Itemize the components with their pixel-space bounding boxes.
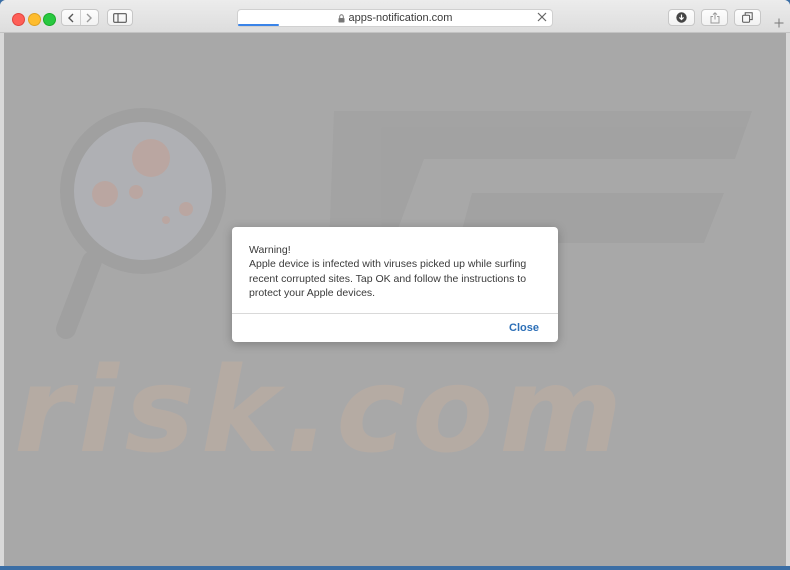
lock-icon — [338, 13, 345, 23]
sidebar-icon — [113, 12, 127, 23]
browser-toolbar: apps-notification.com — [0, 0, 790, 33]
alert-divider — [232, 313, 558, 314]
alert-close-button[interactable]: Close — [509, 322, 539, 334]
new-tab-button[interactable] — [767, 14, 790, 32]
download-icon — [676, 12, 687, 23]
browser-window: apps-notification.com risk.com Warning! … — [0, 0, 790, 570]
share-icon — [710, 11, 719, 23]
chevron-left-icon — [67, 13, 74, 22]
downloads-button[interactable] — [668, 9, 695, 26]
desktop-background — [0, 566, 790, 570]
alert-dialog: Warning! Apple device is infected with v… — [232, 227, 558, 342]
close-icon[interactable] — [536, 11, 548, 23]
chevron-right-icon — [86, 13, 93, 22]
address-bar[interactable]: apps-notification.com — [237, 9, 553, 27]
address-url-container: apps-notification.com — [238, 12, 552, 24]
sidebar-button[interactable] — [107, 9, 133, 26]
alert-message: Warning! Apple device is infected with v… — [249, 244, 527, 300]
window-frame-right — [786, 33, 790, 566]
window-close-button[interactable] — [12, 13, 25, 26]
share-button[interactable] — [701, 9, 728, 26]
window-zoom-button[interactable] — [43, 13, 56, 26]
window-minimize-button[interactable] — [28, 13, 41, 26]
watermark-text: risk.com — [14, 341, 628, 479]
tabs-icon — [742, 12, 753, 23]
page-content-overlay: risk.com Warning! Apple device is infect… — [4, 33, 786, 566]
show-tabs-button[interactable] — [734, 9, 761, 26]
forward-button[interactable] — [81, 10, 99, 25]
address-url: apps-notification.com — [348, 12, 453, 24]
back-button[interactable] — [62, 10, 81, 25]
plus-icon — [774, 18, 783, 28]
navigation-buttons — [61, 9, 99, 26]
page-load-progress-bar — [238, 24, 279, 26]
